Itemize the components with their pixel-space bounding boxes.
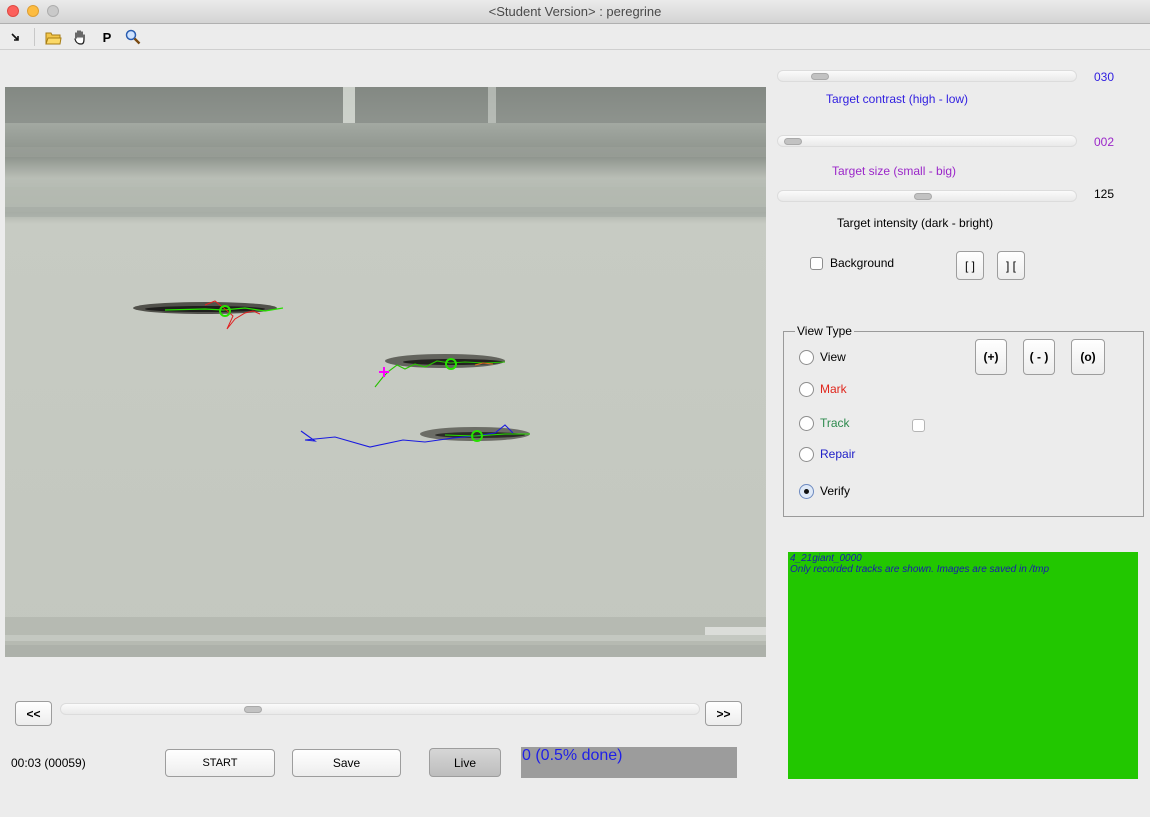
size-slider[interactable]: [777, 135, 1077, 147]
start-button[interactable]: START: [165, 749, 275, 777]
repair-radio-label: Repair: [820, 447, 856, 461]
verify-radio-label: Verify: [820, 484, 851, 498]
video-frame[interactable]: [5, 87, 766, 657]
progress-bar: 0 (0.5% done): [521, 747, 737, 778]
title-bar: <Student Version> : peregrine: [0, 0, 1150, 24]
save-button[interactable]: Save: [292, 749, 401, 777]
contrast-slider[interactable]: [777, 70, 1077, 82]
contrast-value: 030: [1094, 70, 1115, 84]
view-radio[interactable]: [799, 350, 814, 365]
intensity-slider[interactable]: [777, 190, 1077, 202]
view-type-title: View Type: [795, 324, 854, 338]
background-checkbox[interactable]: [810, 257, 823, 270]
zoom-icon[interactable]: [124, 28, 142, 46]
background-label: Background: [830, 256, 895, 270]
arrow-icon[interactable]: [6, 28, 24, 46]
contrast-slider-thumb[interactable]: [811, 73, 829, 80]
message-line-2: Only recorded tracks are shown. Images a…: [790, 564, 1050, 575]
open-folder-icon[interactable]: [44, 28, 62, 46]
intensity-label: Target intensity (dark - bright): [837, 216, 994, 230]
progress-label: 0 (0.5% done): [522, 747, 623, 764]
track-checkbox[interactable]: [912, 419, 925, 432]
track-radio-label: Track: [820, 416, 850, 430]
mark-radio-label: Mark: [820, 382, 847, 396]
toolbar-separator: [34, 28, 35, 46]
mark-radio[interactable]: [799, 382, 814, 397]
track-radio[interactable]: [799, 416, 814, 431]
bracket-close-button[interactable]: ] [: [997, 251, 1025, 280]
p-icon[interactable]: P: [98, 28, 116, 46]
timeline-slider-thumb[interactable]: [244, 706, 262, 713]
message-panel: 4_21giant_0000 Only recorded tracks are …: [788, 552, 1138, 779]
repair-radio[interactable]: [799, 447, 814, 462]
intensity-slider-thumb[interactable]: [914, 193, 932, 200]
o-button[interactable]: (o): [1071, 339, 1105, 375]
next-button[interactable]: >>: [705, 701, 742, 726]
previous-button[interactable]: <<: [15, 701, 52, 726]
view-radio-label: View: [820, 350, 846, 364]
plus-button[interactable]: (+): [975, 339, 1007, 375]
minus-button[interactable]: ( - ): [1023, 339, 1055, 375]
size-label: Target size (small - big): [832, 164, 957, 178]
message-line-1: 4_21giant_0000: [790, 553, 862, 564]
hand-pan-icon[interactable]: [71, 28, 89, 46]
contrast-label: Target contrast (high - low): [826, 92, 969, 106]
timeline-slider[interactable]: [60, 703, 700, 715]
size-slider-thumb[interactable]: [784, 138, 802, 145]
time-readout: 00:03 (00059): [11, 756, 86, 770]
bracket-open-button[interactable]: [ ]: [956, 251, 984, 280]
live-button[interactable]: Live: [429, 748, 501, 777]
window-title: <Student Version> : peregrine: [488, 4, 662, 19]
verify-radio[interactable]: [799, 484, 814, 499]
toolbar: P: [0, 24, 1150, 50]
size-value: 002: [1094, 135, 1115, 149]
intensity-value: 125: [1094, 187, 1115, 201]
